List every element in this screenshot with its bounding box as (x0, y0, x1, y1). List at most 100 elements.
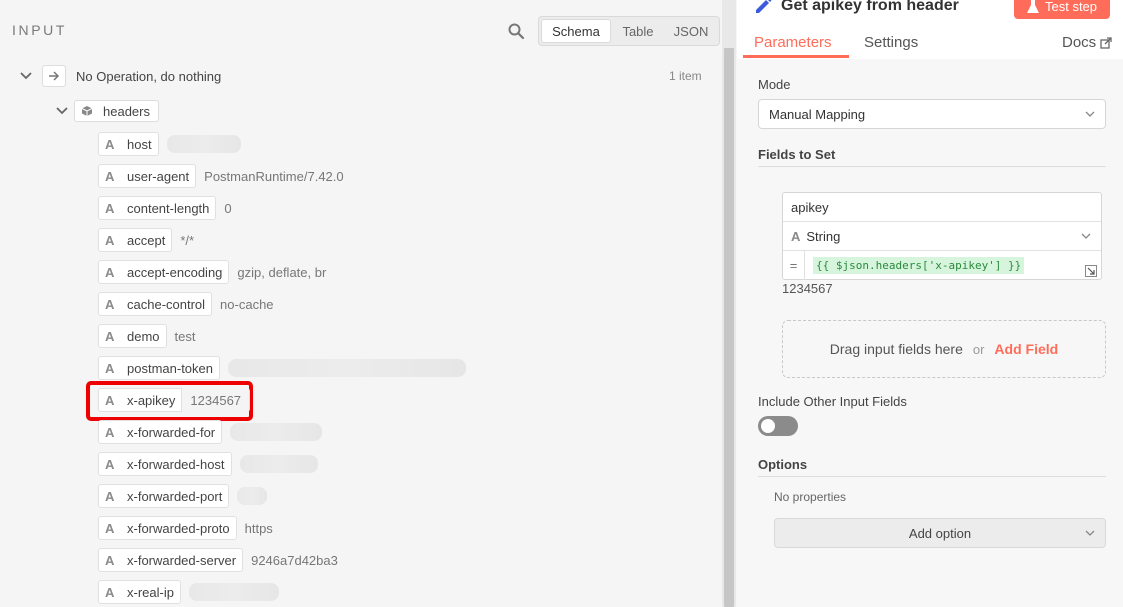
field-name: postman-token (127, 360, 213, 376)
expand-icon[interactable] (1085, 265, 1097, 277)
chevron-down-icon[interactable] (18, 68, 34, 84)
schema-field[interactable]: Ax-forwarded-port (98, 484, 268, 508)
redacted-value (228, 359, 466, 377)
field-value: no-cache (220, 296, 274, 312)
mode-label: Mode (758, 77, 791, 92)
assignment-type-value: String (806, 228, 841, 244)
string-type-icon: A (105, 200, 115, 216)
field-name: user-agent (127, 168, 190, 184)
string-type-icon: A (105, 456, 115, 472)
node-tabs: Parameters Settings Docs (737, 24, 1123, 59)
node-title[interactable]: Get apikey from header (753, 0, 959, 16)
field-name: x-forwarded-proto (127, 520, 230, 536)
schema-field-highlighted[interactable]: Ax-apikey 1234567 (98, 388, 251, 412)
view-tab-schema[interactable]: Schema (541, 19, 611, 43)
include-other-toggle[interactable] (758, 416, 798, 436)
mode-select-value: Manual Mapping (769, 106, 866, 122)
string-type-icon: A (791, 228, 801, 244)
assignment-value-input[interactable]: = {{ $json.headers['x-apikey'] }} (783, 251, 1101, 280)
schema-field[interactable]: Acache-control no-cache (98, 292, 274, 316)
schema-field[interactable]: Ax-forwarded-host (98, 452, 318, 476)
field-name: demo (127, 328, 160, 344)
field-value: */* (180, 232, 195, 248)
schema-field[interactable]: Apostman-token (98, 356, 466, 380)
search-icon[interactable] (507, 22, 525, 40)
chevron-down-icon (1081, 233, 1091, 239)
field-name: accept (127, 232, 166, 248)
add-field-button[interactable]: Add Field (994, 341, 1058, 357)
assignment-type-select[interactable]: A String (783, 222, 1101, 251)
add-option-select[interactable]: Add option (774, 518, 1106, 548)
string-type-icon: A (105, 584, 115, 600)
string-type-icon: A (105, 488, 115, 504)
parameters-body: Mode Manual Mapping Fields to Set apikey… (737, 59, 1123, 607)
test-step-label: Test step (1044, 0, 1098, 14)
string-type-icon: A (105, 232, 115, 248)
schema-field[interactable]: Ax-forwarded-server 9246a7d42ba3 (98, 548, 338, 572)
field-name: content-length (127, 200, 210, 216)
field-name: x-forwarded-server (127, 552, 237, 568)
tree-root-row[interactable]: No Operation, do nothing (18, 65, 221, 87)
schema-field[interactable]: Ademo test (98, 324, 196, 348)
include-other-label: Include Other Input Fields (758, 394, 907, 409)
assignment-card: apikey A String = {{ $json.headers['x-ap… (782, 192, 1102, 280)
scrollbar-thumb[interactable] (724, 48, 734, 607)
field-value: 9246a7d42ba3 (251, 552, 338, 568)
schema-field[interactable]: Ax-forwarded-for (98, 420, 323, 444)
chevron-down-icon[interactable] (54, 103, 70, 119)
section-divider (758, 166, 1106, 167)
string-type-icon: A (105, 552, 115, 568)
docs-label: Docs (1062, 34, 1097, 51)
chevron-down-icon (1085, 111, 1095, 117)
schema-field[interactable]: Ax-forwarded-proto https (98, 516, 273, 540)
string-type-icon: A (105, 136, 115, 152)
tab-settings[interactable]: Settings (864, 34, 918, 51)
field-name: cache-control (127, 296, 206, 312)
input-scrollbar[interactable] (722, 0, 736, 607)
toggle-knob (761, 419, 775, 433)
tree-headers-row[interactable]: headers (54, 100, 159, 122)
expression-result: 1234567 (782, 281, 833, 296)
pencil-icon (756, 0, 772, 13)
view-tab-json[interactable]: JSON (665, 19, 717, 43)
schema-field[interactable]: Aaccept */* (98, 228, 194, 252)
cube-icon (81, 106, 93, 116)
schema-field[interactable]: Ahost (98, 132, 241, 156)
expression-text: {{ $json.headers['x-apikey'] }} (813, 257, 1025, 274)
mode-select[interactable]: Manual Mapping (758, 99, 1106, 129)
drop-zone-text: Drag input fields here (829, 341, 963, 357)
string-type-icon: A (105, 328, 115, 344)
field-name: x-forwarded-for (127, 424, 216, 440)
options-label: Options (758, 457, 808, 472)
headers-node-box: headers (74, 100, 159, 122)
field-name: accept-encoding (127, 264, 223, 280)
redacted-value (239, 455, 318, 473)
string-type-icon: A (105, 392, 115, 408)
assignment-name-input[interactable]: apikey (783, 193, 1101, 222)
docs-link[interactable]: Docs (1062, 34, 1112, 51)
drop-zone-or: or (972, 341, 985, 357)
field-name: x-real-ip (127, 584, 174, 600)
schema-field[interactable]: Acontent-length 0 (98, 196, 232, 220)
flask-icon (1026, 0, 1039, 13)
field-value: gzip, deflate, br (237, 264, 327, 280)
field-drop-zone[interactable]: Drag input fields here or Add Field (782, 320, 1106, 378)
section-divider (758, 476, 1106, 477)
redacted-value (188, 583, 279, 601)
node-panel: Get apikey from header Test step Paramet… (737, 0, 1123, 607)
schema-field[interactable]: Auser-agent PostmanRuntime/7.42.0 (98, 164, 344, 188)
tab-parameters[interactable]: Parameters (754, 34, 832, 51)
field-value: PostmanRuntime/7.42.0 (204, 168, 344, 184)
active-tab-indicator (743, 55, 849, 58)
redacted-value (237, 487, 268, 505)
no-properties-text: No properties (774, 490, 847, 504)
schema-field[interactable]: Ax-real-ip (98, 580, 279, 604)
input-panel: INPUT Schema Table JSON No Operation, do… (0, 0, 722, 607)
external-link-icon (1100, 36, 1112, 49)
app-root: INPUT Schema Table JSON No Operation, do… (0, 0, 1123, 607)
schema-field[interactable]: Aaccept-encoding gzip, deflate, br (98, 260, 326, 284)
fields-to-set-label: Fields to Set (758, 147, 836, 162)
test-step-button[interactable]: Test step (1014, 0, 1110, 19)
view-tab-table[interactable]: Table (611, 19, 665, 43)
field-value: https (244, 520, 273, 536)
